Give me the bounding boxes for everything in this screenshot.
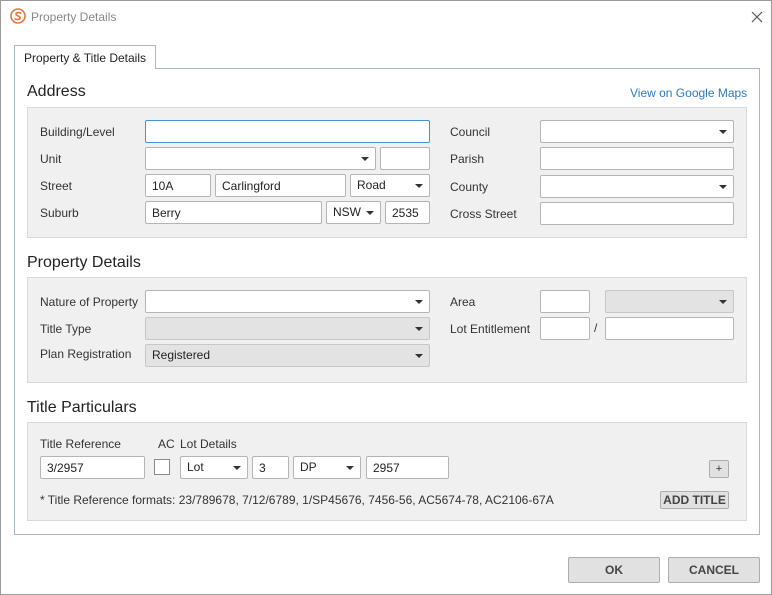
chevron-down-icon xyxy=(366,211,374,215)
lot-entitlement-denominator-input[interactable] xyxy=(605,317,734,340)
lot-number-input[interactable] xyxy=(252,456,289,479)
street-number-input[interactable] xyxy=(145,174,211,197)
app-logo-icon xyxy=(10,8,26,24)
postcode-input[interactable] xyxy=(385,201,430,224)
street-type-select[interactable]: Road xyxy=(350,174,430,197)
council-select[interactable] xyxy=(540,120,734,143)
chevron-down-icon xyxy=(415,327,423,331)
state-select[interactable]: NSW xyxy=(326,201,381,224)
plan-registration-select[interactable]: Registered xyxy=(145,344,430,367)
nature-of-property-select[interactable] xyxy=(145,290,430,313)
cross-street-input[interactable] xyxy=(540,202,734,225)
title-type-select[interactable] xyxy=(145,317,430,340)
lot-details-label: Lot Details xyxy=(180,437,237,451)
lot-entitlement-numerator-input[interactable] xyxy=(540,317,590,340)
area-input[interactable] xyxy=(540,290,590,313)
plan-number-input[interactable] xyxy=(366,456,449,479)
lot-entitlement-label: Lot Entitlement xyxy=(450,322,531,336)
ok-button[interactable]: OK xyxy=(568,557,660,583)
lot-entitlement-separator: / xyxy=(594,321,598,335)
ac-label: AC xyxy=(158,437,175,451)
chevron-down-icon xyxy=(415,354,423,358)
chevron-down-icon xyxy=(361,157,369,161)
lot-type-select[interactable]: Lot xyxy=(180,456,248,479)
parish-input[interactable] xyxy=(540,147,734,170)
add-row-button[interactable]: + xyxy=(709,460,729,478)
chevron-down-icon xyxy=(719,130,727,134)
suburb-label: Suburb xyxy=(40,206,79,220)
plan-type-select[interactable]: DP xyxy=(293,456,361,479)
parish-label: Parish xyxy=(450,152,485,166)
plan-registration-value: Registered xyxy=(152,348,211,362)
ac-checkbox[interactable] xyxy=(154,459,170,475)
lot-type-value: Lot xyxy=(187,460,204,474)
unit-type-select[interactable] xyxy=(145,147,376,170)
unit-label: Unit xyxy=(40,152,62,166)
plan-registration-label: Plan Registration xyxy=(40,347,132,361)
property-details-dialog: Property Details Property & Title Detail… xyxy=(0,0,772,595)
county-label: County xyxy=(450,180,489,194)
title-particulars-section-title: Title Particulars xyxy=(27,399,137,416)
area-unit-select[interactable] xyxy=(605,290,734,313)
cancel-button[interactable]: CANCEL xyxy=(668,557,760,583)
street-type-value: Road xyxy=(357,178,386,192)
street-name-input[interactable] xyxy=(215,174,346,197)
title-type-label: Title Type xyxy=(40,322,92,336)
unit-number-input[interactable] xyxy=(380,147,430,170)
chevron-down-icon xyxy=(415,300,423,304)
title-bar: Property Details xyxy=(1,1,771,33)
area-label: Area xyxy=(450,295,476,309)
tab-property-title-details[interactable]: Property & Title Details xyxy=(14,45,156,69)
state-value: NSW xyxy=(333,205,361,219)
building-level-label: Building/Level xyxy=(40,125,115,139)
council-label: Council xyxy=(450,125,491,139)
title-reference-input[interactable] xyxy=(40,456,145,479)
suburb-input[interactable] xyxy=(145,201,322,224)
add-title-button[interactable]: ADD TITLE xyxy=(660,491,729,509)
close-icon xyxy=(751,11,763,23)
title-reference-formats-note: * Title Reference formats: 23/789678, 7/… xyxy=(40,493,554,507)
window-title: Property Details xyxy=(31,10,117,24)
chevron-down-icon xyxy=(415,184,423,188)
chevron-down-icon xyxy=(233,466,241,470)
property-details-section-title: Property Details xyxy=(27,254,141,271)
chevron-down-icon xyxy=(719,185,727,189)
street-label: Street xyxy=(40,179,73,193)
building-level-input[interactable] xyxy=(145,120,430,143)
address-section-title: Address xyxy=(27,83,86,100)
title-reference-label: Title Reference xyxy=(40,437,121,451)
nature-of-property-label: Nature of Property xyxy=(40,295,139,309)
close-button[interactable] xyxy=(746,6,768,28)
plan-type-value: DP xyxy=(300,460,317,474)
cross-street-label: Cross Street xyxy=(450,207,517,221)
county-select[interactable] xyxy=(540,175,734,198)
chevron-down-icon xyxy=(346,466,354,470)
view-on-google-maps-link[interactable]: View on Google Maps xyxy=(630,86,747,100)
chevron-down-icon xyxy=(719,300,727,304)
